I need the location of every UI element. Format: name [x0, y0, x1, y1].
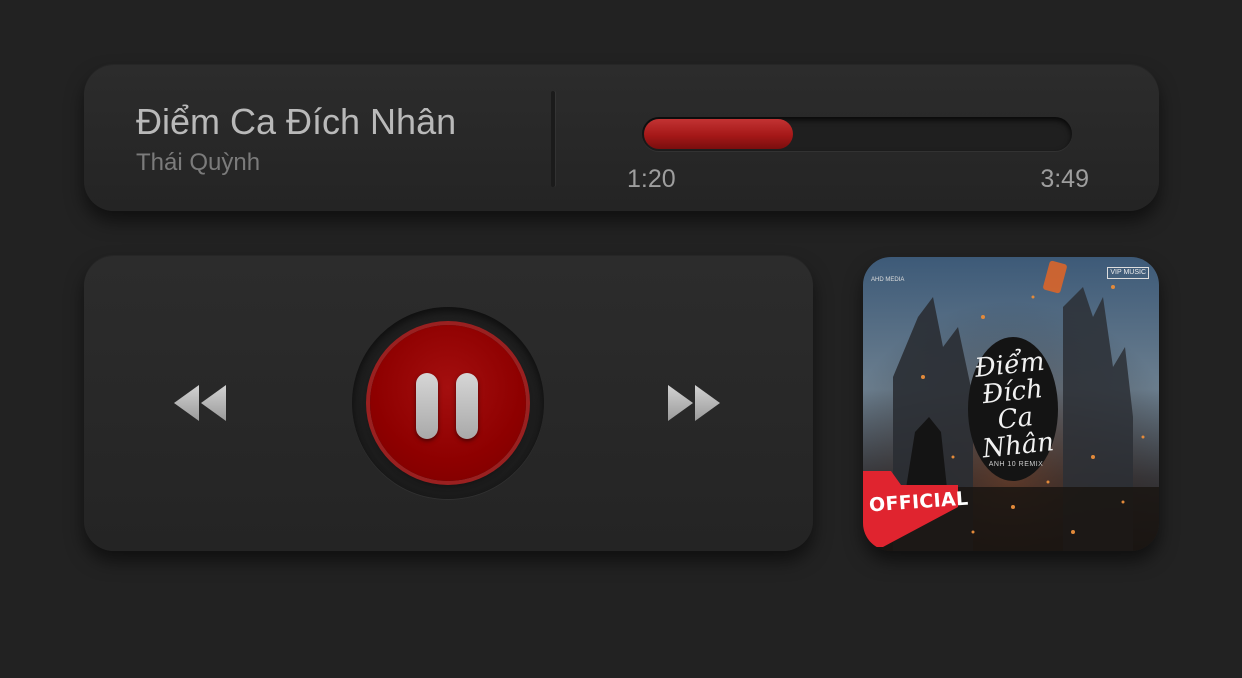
song-title: Điểm Ca Đích Nhân: [136, 101, 457, 142]
divider: [551, 91, 555, 187]
rewind-icon: [174, 385, 226, 421]
album-art[interactable]: Điểm Đích Ca Nhân ANH 10 REMIX OFFICIAL …: [863, 257, 1159, 551]
media-logo: AHD MEDIA: [871, 277, 905, 283]
album-art-credit: ANH 10 REMIX: [988, 461, 1044, 468]
next-button[interactable]: [666, 383, 722, 423]
progress-fill: [644, 119, 793, 149]
pause-button[interactable]: [370, 325, 526, 481]
previous-button[interactable]: [172, 383, 228, 423]
play-button-ring: [352, 307, 544, 499]
total-time: 3:49: [1040, 165, 1089, 193]
song-artist: Thái Quỳnh: [136, 149, 261, 176]
pause-icon: [416, 373, 438, 439]
progress-bar[interactable]: [642, 117, 1072, 151]
pause-icon-bar: [456, 373, 478, 439]
playback-controls-card: [84, 256, 813, 551]
album-art-title: Điểm Đích Ca Nhân: [973, 346, 1056, 465]
vip-music-logo: VIP MUSIC: [1107, 267, 1149, 279]
now-playing-info-card: Điểm Ca Đích Nhân Thái Quỳnh 1:20 3:49: [84, 65, 1159, 211]
elapsed-time: 1:20: [627, 165, 676, 193]
fast-forward-icon: [668, 385, 720, 421]
